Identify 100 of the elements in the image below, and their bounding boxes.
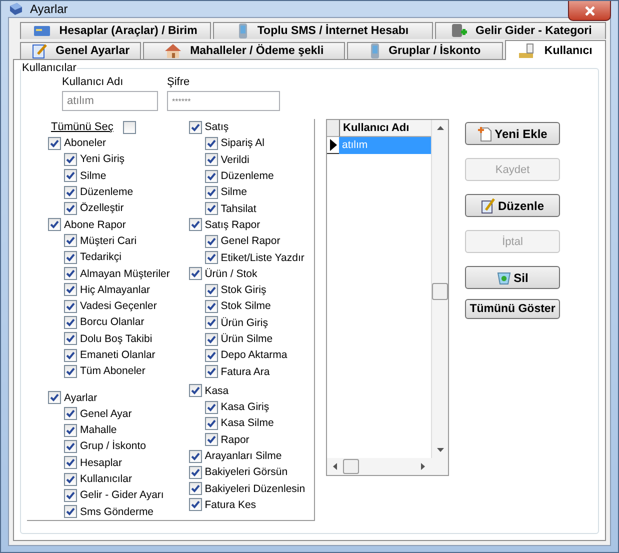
checkbox[interactable] — [188, 498, 202, 512]
checkbox-label: Gelir - Gider Ayarı — [80, 489, 164, 502]
scroll-thumb[interactable] — [432, 283, 448, 300]
checkbox[interactable] — [64, 267, 77, 280]
checkbox-label: Verildi — [220, 154, 250, 166]
checkbox[interactable] — [64, 283, 77, 296]
tab[interactable]: Genel Ayarlar — [20, 42, 142, 59]
checkbox[interactable] — [64, 202, 77, 215]
checkbox[interactable] — [204, 365, 218, 378]
checkbox-label: Tüm Aboneler — [80, 365, 146, 378]
action-button[interactable]: Düzenle — [465, 194, 560, 217]
checkbox[interactable] — [64, 234, 77, 248]
scroll-right-icon[interactable] — [421, 463, 425, 470]
checkbox-label: Hiç Almayanlar — [80, 284, 150, 296]
checkbox-label: Tedarikçi — [80, 251, 122, 264]
vertical-scrollbar[interactable] — [431, 120, 448, 458]
checkbox-label: Ürün Giriş — [220, 316, 268, 329]
checkbox[interactable] — [64, 250, 77, 264]
checkbox[interactable] — [64, 456, 77, 470]
group-title: Kullanıcılar — [21, 62, 78, 74]
checkbox[interactable] — [204, 416, 218, 430]
checkbox-label: Özelleştir — [80, 202, 124, 214]
checkbox[interactable] — [188, 267, 202, 280]
tab[interactable]: Mahalleler / Ödeme şekli — [143, 42, 344, 59]
checkbox[interactable] — [204, 348, 218, 362]
tab[interactable]: Kullanıcı — [504, 40, 606, 60]
checkbox[interactable] — [188, 384, 202, 398]
checkbox-label: Almayan Müşteriler — [80, 268, 170, 280]
checkbox[interactable] — [64, 152, 77, 166]
tab[interactable]: Gelir Gider - Kategori — [435, 22, 606, 39]
checkbox[interactable] — [188, 482, 202, 496]
checkbox[interactable] — [64, 169, 77, 182]
checkbox[interactable] — [64, 505, 77, 518]
tab[interactable]: Gruplar / İskonto — [346, 42, 503, 59]
column-header[interactable]: Kullanıcı Adı — [340, 120, 431, 137]
checkbox[interactable] — [188, 466, 202, 479]
recycle-bin-icon — [496, 270, 511, 285]
checkbox-label: Bakiyeleri Düzenlesin — [204, 482, 306, 495]
checkbox[interactable] — [204, 316, 218, 330]
checkbox-label: Satış Rapor — [204, 218, 260, 231]
checkbox[interactable] — [204, 400, 218, 414]
scroll-left-icon[interactable] — [333, 463, 337, 470]
action-button[interactable]: Sil — [465, 266, 560, 289]
checkbox[interactable] — [64, 332, 77, 346]
checkbox[interactable] — [64, 348, 77, 362]
checkbox-label: Sms Gönderme — [80, 506, 154, 518]
checkbox-label: Hesaplar — [80, 456, 122, 469]
checkbox[interactable] — [204, 433, 218, 446]
database-icon — [450, 23, 468, 39]
checkbox[interactable] — [48, 391, 61, 404]
checkbox[interactable] — [64, 440, 77, 453]
checkbox-label: Vadesi Geçenler — [80, 300, 157, 312]
checkbox-label: Genel Rapor — [220, 235, 280, 248]
checkbox-label: Arayanları Silme — [204, 450, 282, 462]
checkbox[interactable] — [64, 424, 77, 437]
checkbox-label: Ayarlar — [64, 392, 98, 404]
checkbox[interactable] — [188, 450, 202, 463]
action-button[interactable]: Tümünü Göster — [465, 299, 560, 319]
checkbox[interactable] — [188, 218, 202, 232]
checkbox[interactable] — [48, 218, 61, 232]
checkbox-label: Stok Giriş — [220, 284, 266, 296]
checkbox[interactable] — [64, 316, 77, 329]
checkbox-label: Depo Aktarma — [220, 349, 288, 362]
checkbox[interactable] — [204, 234, 218, 248]
checkbox[interactable] — [204, 332, 218, 346]
checkbox[interactable] — [204, 186, 218, 199]
phone-icon — [237, 23, 250, 39]
checkbox-label: Borcu Olanlar — [80, 316, 144, 328]
action-button[interactable]: Yeni Ekle — [465, 122, 560, 145]
input-field[interactable]: atılım — [62, 91, 158, 111]
checkbox[interactable] — [204, 170, 218, 183]
checkbox[interactable] — [188, 120, 202, 134]
checkbox[interactable] — [204, 284, 218, 297]
checkbox-label: Genel Ayar — [80, 408, 132, 420]
checkbox[interactable] — [64, 364, 77, 378]
checkbox[interactable] — [48, 136, 61, 150]
scroll-down-icon[interactable] — [436, 448, 444, 452]
checkbox[interactable] — [64, 488, 77, 502]
checkbox[interactable] — [64, 472, 77, 486]
checkbox[interactable] — [204, 202, 218, 216]
checkbox-label: Kasa — [204, 384, 229, 397]
edit-icon — [32, 43, 48, 59]
checkbox[interactable] — [204, 251, 218, 264]
horizontal-scrollbar[interactable] — [327, 458, 448, 475]
checkbox-label: Kullanıcılar — [80, 473, 132, 486]
checkbox-label: Fatura Ara — [220, 366, 270, 378]
tab[interactable]: Toplu SMS / İnternet Hesabı — [212, 22, 434, 39]
checkbox[interactable] — [64, 300, 77, 313]
checkbox[interactable] — [204, 300, 218, 313]
scroll-up-icon[interactable] — [436, 126, 444, 130]
tab[interactable]: Hesaplar (Araçlar) / Birim — [20, 22, 211, 39]
checkbox[interactable] — [64, 407, 77, 420]
checkbox[interactable] — [204, 136, 218, 150]
close-button[interactable] — [568, 1, 611, 21]
checkbox[interactable] — [123, 120, 136, 134]
input-field[interactable]: ****** — [167, 91, 280, 111]
field-label: Şifre — [167, 76, 191, 88]
scroll-thumb[interactable] — [343, 459, 359, 474]
checkbox[interactable] — [204, 153, 218, 166]
checkbox[interactable] — [64, 186, 77, 199]
